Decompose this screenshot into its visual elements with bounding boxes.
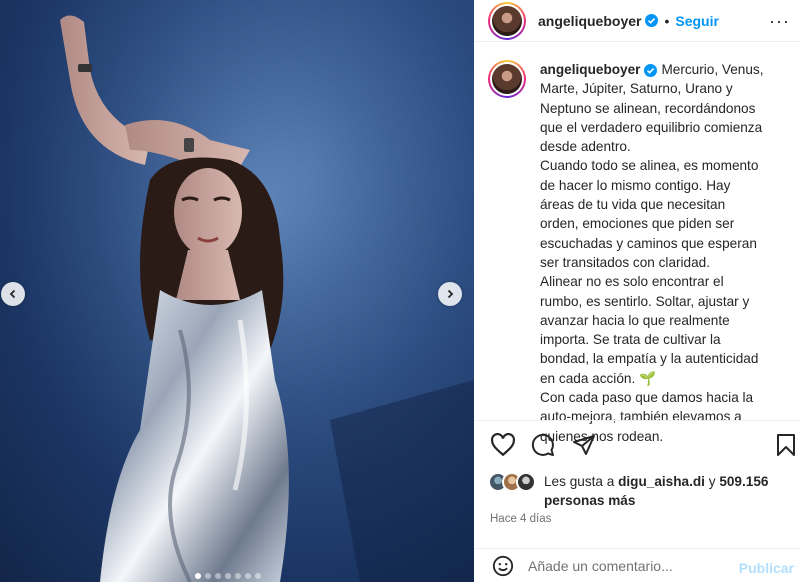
carousel-indicator <box>195 573 261 579</box>
carousel-dot <box>235 573 241 579</box>
publish-button[interactable]: Publicar <box>739 560 794 576</box>
verified-badge-icon <box>644 63 658 77</box>
liker-avatars <box>488 472 542 494</box>
likes-count[interactable]: 509.156 <box>719 474 768 489</box>
carousel-next-button[interactable] <box>438 282 462 306</box>
comment-box: Publicar <box>474 548 800 582</box>
carousel-dot <box>195 573 201 579</box>
caption: angeliqueboyer Mercurio, Venus, Marte, Jú… <box>488 60 800 444</box>
post-header: angeliqueboyer • Seguir ··· <box>474 0 800 42</box>
carousel-dot <box>245 573 251 579</box>
follow-button[interactable]: Seguir <box>675 13 719 29</box>
paper-plane-icon[interactable] <box>572 433 596 457</box>
likes-suffix[interactable]: personas más <box>544 493 635 508</box>
more-options-icon[interactable]: ··· <box>769 12 790 30</box>
carousel-dot <box>205 573 211 579</box>
verified-badge-icon <box>645 14 659 27</box>
carousel-dot <box>225 573 231 579</box>
carousel-dot <box>215 573 221 579</box>
caption-username[interactable]: angeliqueboyer <box>540 62 640 77</box>
avatar[interactable] <box>488 1 526 40</box>
caption-paragraph: angeliqueboyer Mercurio, Venus, Marte, Jú… <box>540 62 764 155</box>
liker-avatar[interactable] <box>516 472 536 492</box>
separator-dot: • <box>664 12 670 29</box>
liker-username[interactable]: digu_aisha.di <box>618 474 705 489</box>
carousel-prev-button[interactable] <box>1 282 25 306</box>
post-side-panel: angeliqueboyer • Seguir ··· angeliqueboy… <box>474 0 800 582</box>
likes-text: Les gusta a digu_aisha.di y 509.156 pers… <box>544 474 769 508</box>
carousel-dot <box>255 573 261 579</box>
smiley-icon[interactable] <box>492 555 514 577</box>
caption-paragraph: Alinear no es solo encontrar el rumbo, e… <box>540 274 759 386</box>
caption-avatar[interactable] <box>488 60 526 98</box>
author-username[interactable]: angeliqueboyer <box>538 13 641 29</box>
post-media <box>0 0 474 582</box>
caption-paragraph: Cuando todo se alinea, es momento de hac… <box>540 158 759 270</box>
heart-icon[interactable] <box>490 433 516 457</box>
chevron-left-icon <box>9 289 16 299</box>
comment-bubble-icon[interactable] <box>531 433 555 457</box>
post-photo <box>0 0 474 582</box>
caption-text: angeliqueboyer Mercurio, Venus, Marte, Jú… <box>540 60 764 444</box>
comment-input[interactable] <box>528 557 728 574</box>
bookmark-icon[interactable] <box>776 433 796 457</box>
chevron-right-icon <box>447 289 454 299</box>
likes-summary: Les gusta a digu_aisha.di y 509.156 pers… <box>488 472 786 510</box>
post-timestamp[interactable]: Hace 4 días <box>490 513 551 525</box>
action-bar <box>474 420 800 470</box>
